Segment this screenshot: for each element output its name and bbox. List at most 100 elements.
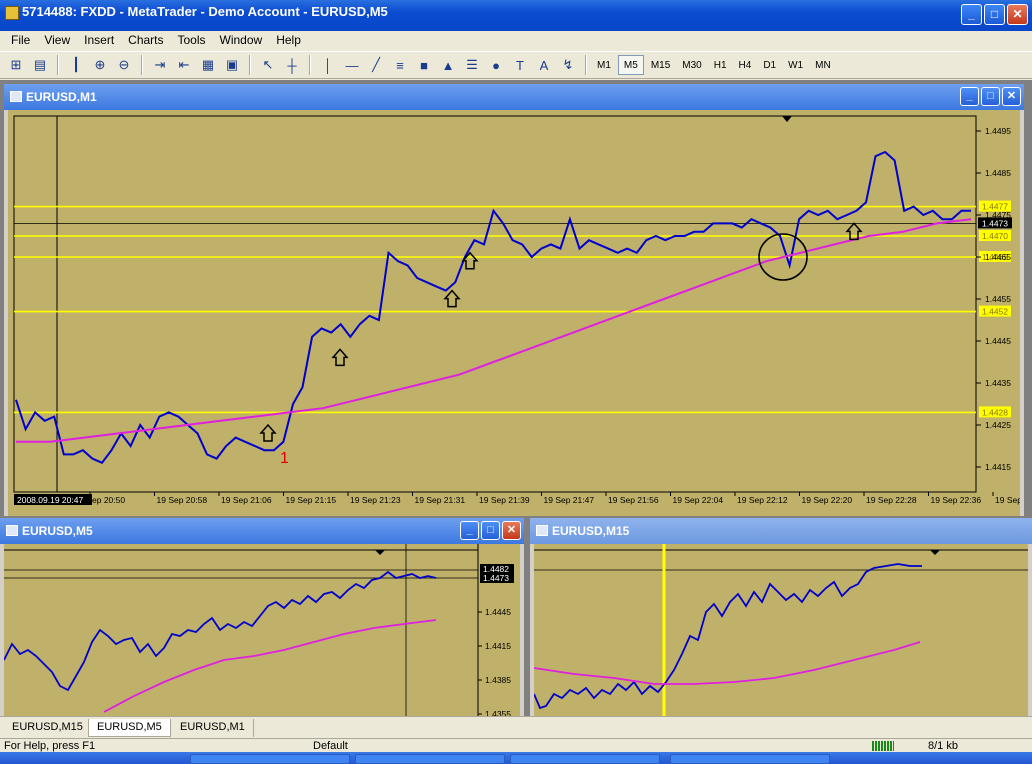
price-marker-label: 1.4473 xyxy=(483,573,509,583)
menu-charts[interactable]: Charts xyxy=(121,33,170,47)
zoom-in-icon[interactable]: ⊕ xyxy=(89,55,111,75)
menu-insert[interactable]: Insert xyxy=(77,33,121,47)
trendline-icon[interactable]: ╱ xyxy=(365,55,387,75)
taskbar-item[interactable] xyxy=(510,754,660,764)
chart-minimize-button[interactable]: _ xyxy=(460,521,479,540)
time-tick-label: 19 Sep 21:23 xyxy=(350,495,401,505)
time-tick-label: ep 20:50 xyxy=(92,495,125,505)
chart-shift-icon[interactable]: ⇤ xyxy=(173,55,195,75)
time-tick-label: 19 Sep 21:31 xyxy=(415,495,466,505)
timeframe-d1[interactable]: D1 xyxy=(758,55,781,75)
chart-window-m15[interactable]: EURUSD,M15 xyxy=(530,518,1032,716)
timeframe-m15[interactable]: M15 xyxy=(646,55,675,75)
period-icon[interactable]: ▦ xyxy=(197,55,219,75)
time-tick-label: 19 Sep 21:56 xyxy=(608,495,659,505)
channel-icon[interactable]: ☰ xyxy=(461,55,483,75)
rectangle-icon[interactable]: ■ xyxy=(413,55,435,75)
chart-body-m1[interactable]: 1.4477 1.4470 1.4465 1.4452 1.4428 1.4495 1.44… xyxy=(8,110,1032,516)
chart-window-m1[interactable]: EURUSD,M1 _ □ ✕ 1.4477 1.4470 1.4465 1.4452… xyxy=(4,84,1032,516)
new-order-icon[interactable]: ⊞ xyxy=(5,55,27,75)
menu-window[interactable]: Window xyxy=(213,33,270,47)
chart-body-m15[interactable] xyxy=(533,544,1028,716)
status-bar: For Help, press F1 Default 8/1 kb xyxy=(0,738,1032,752)
chart-canvas-m1[interactable]: 1.44771.44701.44651.44521.44281.44951.44… xyxy=(8,110,1032,516)
chart-canvas-m5[interactable]: 1.44821.44731.44451.44151.43851.4355 xyxy=(3,544,520,719)
status-help: For Help, press F1 xyxy=(4,740,96,752)
mdi-area: EURUSD,M1 _ □ ✕ 1.4477 1.4470 1.4465 1.4452… xyxy=(0,80,1032,719)
chart-maximize-button[interactable]: □ xyxy=(481,521,500,540)
title-bar[interactable]: 5714488: FXDD - MetaTrader - Demo Accoun… xyxy=(0,0,1032,31)
close-button[interactable]: ✕ xyxy=(1007,4,1028,25)
minimize-button[interactable]: _ xyxy=(961,4,982,25)
window-title: 5714488: FXDD - MetaTrader - Demo Accoun… xyxy=(22,4,388,19)
timeframe-h4[interactable]: H4 xyxy=(734,55,757,75)
text-icon[interactable]: A xyxy=(533,55,555,75)
fibonacci-icon[interactable]: ≡ xyxy=(389,55,411,75)
profiles-icon[interactable]: ▤ xyxy=(29,55,51,75)
templates-icon[interactable]: ▣ xyxy=(221,55,243,75)
time-tick-label: 19 Sep 21:06 xyxy=(221,495,272,505)
maximize-button[interactable]: □ xyxy=(984,4,1005,25)
chart-window-m5[interactable]: EURUSD,M5 _ □ ✕ 1.4482 1.4473 1.4445 1.4415… xyxy=(0,518,524,719)
chart-titlebar-m15[interactable]: EURUSD,M15 xyxy=(530,518,1032,544)
zoom-out-icon[interactable]: ⊖ xyxy=(113,55,135,75)
vertical-line-icon[interactable]: │ xyxy=(317,55,339,75)
timeframe-m30[interactable]: M30 xyxy=(677,55,706,75)
autoscroll-icon[interactable]: ⇥ xyxy=(149,55,171,75)
price-tick-label: 1.4435 xyxy=(985,378,1011,388)
menu-bar: File View Insert Charts Tools Window Hel… xyxy=(0,31,1032,49)
horizontal-line-icon[interactable]: — xyxy=(341,55,363,75)
timeframe-mn[interactable]: MN xyxy=(810,55,836,75)
menu-file[interactable]: File xyxy=(4,33,37,47)
timeframe-w1[interactable]: W1 xyxy=(783,55,808,75)
chart-canvas-m15[interactable] xyxy=(533,544,1028,716)
price-tick-label: 1.4465 xyxy=(985,252,1011,262)
taskbar-item[interactable] xyxy=(355,754,505,764)
windows-taskbar xyxy=(0,752,1032,764)
time-tick-label: 19 Sep 21:39 xyxy=(479,495,530,505)
chart-body-m5[interactable]: 1.4482 1.4473 1.4445 1.4415 1.4385 1.4355 xyxy=(3,544,520,719)
status-connection: 8/1 kb xyxy=(928,740,958,752)
chart-close-button[interactable]: ✕ xyxy=(1002,87,1021,106)
timeframe-h1[interactable]: H1 xyxy=(709,55,732,75)
chart-titlebar-m1[interactable]: EURUSD,M1 _ □ ✕ xyxy=(4,84,1024,110)
price-tick-label: 1.4355 xyxy=(485,709,511,716)
time-tick-label: 19 Sep 22: xyxy=(995,495,1020,505)
chart-tabs: EURUSD,M15 EURUSD,M5 EURUSD,M1 xyxy=(0,716,1032,738)
menu-tools[interactable]: Tools xyxy=(171,33,213,47)
taskbar-item[interactable] xyxy=(190,754,350,764)
crosshair-icon[interactable]: ┼ xyxy=(281,55,303,75)
timeframe-m5[interactable]: M5 xyxy=(617,55,644,75)
ellipse-icon[interactable]: ● xyxy=(485,55,507,75)
chart-titlebar-m5[interactable]: EURUSD,M5 _ □ ✕ xyxy=(0,518,524,544)
chart-minimize-button[interactable]: _ xyxy=(960,87,979,106)
price-tick-label: 1.4415 xyxy=(985,462,1011,472)
cursor-icon[interactable]: ↖ xyxy=(257,55,279,75)
time-tick-label: 19 Sep 22:12 xyxy=(737,495,788,505)
taskbar-item[interactable] xyxy=(670,754,830,764)
tab-eurusd-m5[interactable]: EURUSD,M5 xyxy=(88,719,171,737)
status-profile: Default xyxy=(313,740,348,752)
price-tick-label: 1.4445 xyxy=(985,336,1011,346)
tab-eurusd-m15[interactable]: EURUSD,M15 xyxy=(4,719,92,737)
chart-close-button[interactable]: ✕ xyxy=(502,521,521,540)
chart-maximize-button[interactable]: □ xyxy=(981,87,1000,106)
bar-chart-icon[interactable]: ┃ xyxy=(65,55,87,75)
menu-view[interactable]: View xyxy=(37,33,77,47)
text-label-icon[interactable]: T xyxy=(509,55,531,75)
chart-title-m5: EURUSD,M5 xyxy=(22,524,93,538)
time-tick-label: 19 Sep 21:47 xyxy=(544,495,595,505)
timeframe-m1[interactable]: M1 xyxy=(592,55,616,75)
menu-help[interactable]: Help xyxy=(269,33,308,47)
chart-window-icon xyxy=(536,525,548,536)
price-tick-label: 1.4415 xyxy=(485,641,511,651)
annotation-label[interactable]: 1 xyxy=(280,450,289,467)
level-label: 1.4452 xyxy=(982,307,1008,317)
arrows-icon[interactable]: ↯ xyxy=(557,55,579,75)
chart-window-icon xyxy=(10,91,22,102)
triangle-icon[interactable]: ▲ xyxy=(437,55,459,75)
tab-eurusd-m1[interactable]: EURUSD,M1 xyxy=(172,719,254,737)
price-tick-label: 1.4445 xyxy=(485,607,511,617)
connection-bars-icon xyxy=(872,741,894,751)
time-tick-label: 19 Sep 20:58 xyxy=(157,495,208,505)
